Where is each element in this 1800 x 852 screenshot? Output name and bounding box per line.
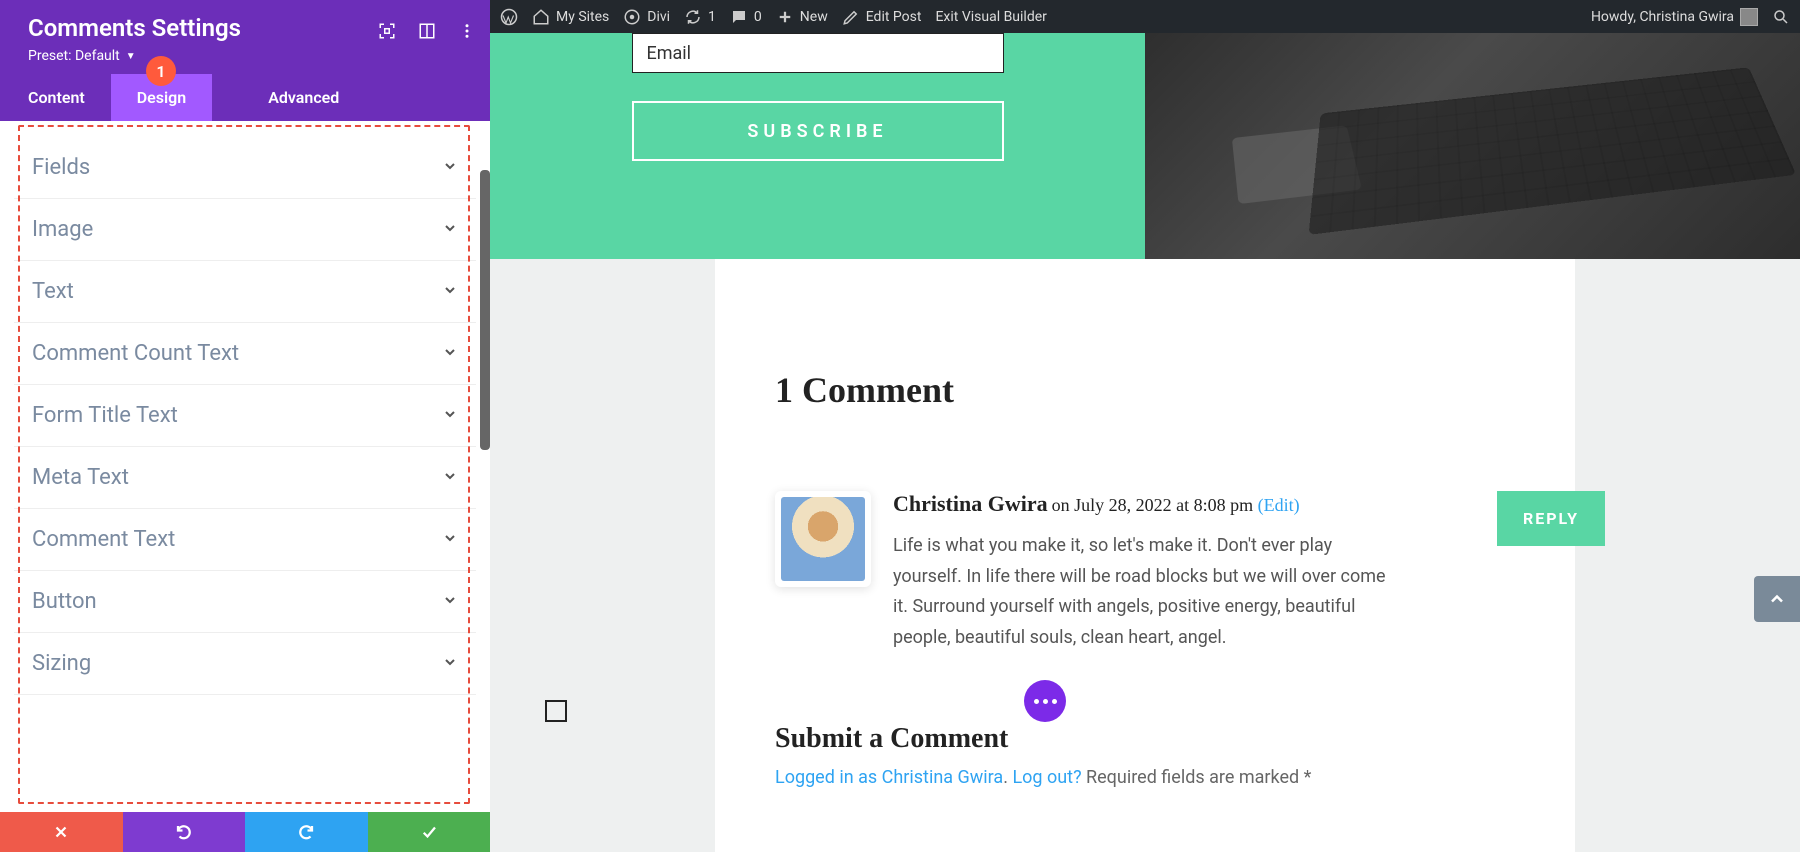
save-button[interactable]	[368, 812, 491, 852]
subscribe-form: Email SUBSCRIBE	[490, 33, 1145, 259]
chevron-down-icon	[442, 654, 458, 674]
chevron-down-icon	[442, 530, 458, 550]
focus-icon[interactable]	[378, 22, 396, 44]
comments-module: 1 Comment Christina Gwira on July 28, 20…	[715, 259, 1575, 852]
wp-logo-icon[interactable]	[500, 8, 518, 26]
comment-avatar	[775, 491, 871, 587]
logged-in-link[interactable]: Logged in as Christina Gwira	[775, 767, 1003, 788]
comment-date: on July 28, 2022 at 8:08 pm	[1052, 495, 1258, 515]
acc-comment-count-text[interactable]: Comment Count Text	[14, 323, 476, 385]
builder-fab-button[interactable]	[1024, 680, 1066, 722]
caret-down-icon: ▼	[126, 51, 136, 62]
scrollbar-thumb[interactable]	[480, 170, 490, 450]
search-icon[interactable]	[1772, 8, 1790, 26]
hero-section: Email SUBSCRIBE	[490, 33, 1800, 259]
comments-link[interactable]: 0	[730, 8, 762, 26]
tabs: Content Design Advanced	[0, 74, 490, 121]
acc-button[interactable]: Button	[14, 571, 476, 633]
chevron-down-icon	[442, 282, 458, 302]
comment-count-heading: 1 Comment	[775, 369, 1575, 411]
submit-comment-heading: Submit a Comment	[775, 723, 1575, 755]
acc-fields[interactable]: Fields	[14, 133, 476, 199]
design-accordion: Fields Image Text Comment Count Text For…	[14, 133, 476, 695]
chevron-down-icon	[442, 344, 458, 364]
divi-link[interactable]: Divi	[623, 8, 670, 26]
page-preview: My Sites Divi 1 0 New Edit Post Exit Vis…	[490, 0, 1800, 852]
tab-content[interactable]: Content	[0, 74, 111, 121]
updates-link[interactable]: 1	[684, 8, 716, 26]
redo-button[interactable]	[245, 812, 368, 852]
user-avatar-icon	[1740, 8, 1758, 26]
subscribe-button[interactable]: SUBSCRIBE	[632, 101, 1004, 161]
scroll-to-top-button[interactable]	[1754, 576, 1800, 622]
settings-panel: Comments Settings Preset: Default ▼ 1 Co…	[0, 0, 490, 852]
preset-label: Preset: Default	[28, 48, 120, 64]
panel-footer	[0, 812, 490, 852]
comment-body: Life is what you make it, so let's make …	[893, 531, 1393, 653]
acc-sizing[interactable]: Sizing	[14, 633, 476, 695]
preset-selector[interactable]: Preset: Default ▼	[28, 48, 470, 64]
acc-comment-text[interactable]: Comment Text	[14, 509, 476, 571]
hero-image	[1145, 33, 1800, 259]
required-note: Required fields are marked *	[1086, 767, 1311, 788]
panel-header: Comments Settings Preset: Default ▼ 1	[0, 0, 490, 74]
chevron-down-icon	[442, 592, 458, 612]
comment-author: Christina Gwira	[893, 491, 1048, 516]
cancel-button[interactable]	[0, 812, 123, 852]
chevron-down-icon	[442, 468, 458, 488]
email-input[interactable]: Email	[632, 33, 1004, 73]
more-icon[interactable]	[458, 22, 476, 44]
acc-text[interactable]: Text	[14, 261, 476, 323]
columns-icon[interactable]	[418, 22, 436, 44]
new-link[interactable]: New	[776, 8, 828, 26]
exit-visual-builder-link[interactable]: Exit Visual Builder	[935, 9, 1046, 25]
reply-button[interactable]: REPLY	[1497, 491, 1605, 546]
my-sites-link[interactable]: My Sites	[532, 8, 609, 26]
edit-post-link[interactable]: Edit Post	[842, 8, 922, 26]
chevron-down-icon	[442, 406, 458, 426]
logout-link[interactable]: Log out?	[1012, 767, 1081, 788]
checkbox-outline[interactable]	[545, 700, 567, 722]
annotation-badge: 1	[146, 56, 176, 86]
tab-advanced[interactable]: Advanced	[242, 74, 365, 121]
acc-meta-text[interactable]: Meta Text	[14, 447, 476, 509]
howdy-user[interactable]: Howdy, Christina Gwira	[1591, 8, 1758, 26]
wp-admin-bar: My Sites Divi 1 0 New Edit Post Exit Vis…	[490, 0, 1800, 33]
comment-edit-link[interactable]: (Edit)	[1258, 495, 1300, 515]
chevron-down-icon	[442, 220, 458, 240]
acc-image[interactable]: Image	[14, 199, 476, 261]
acc-form-title-text[interactable]: Form Title Text	[14, 385, 476, 447]
undo-button[interactable]	[123, 812, 246, 852]
comment-item: Christina Gwira on July 28, 2022 at 8:08…	[775, 491, 1575, 653]
chevron-down-icon	[442, 158, 458, 178]
